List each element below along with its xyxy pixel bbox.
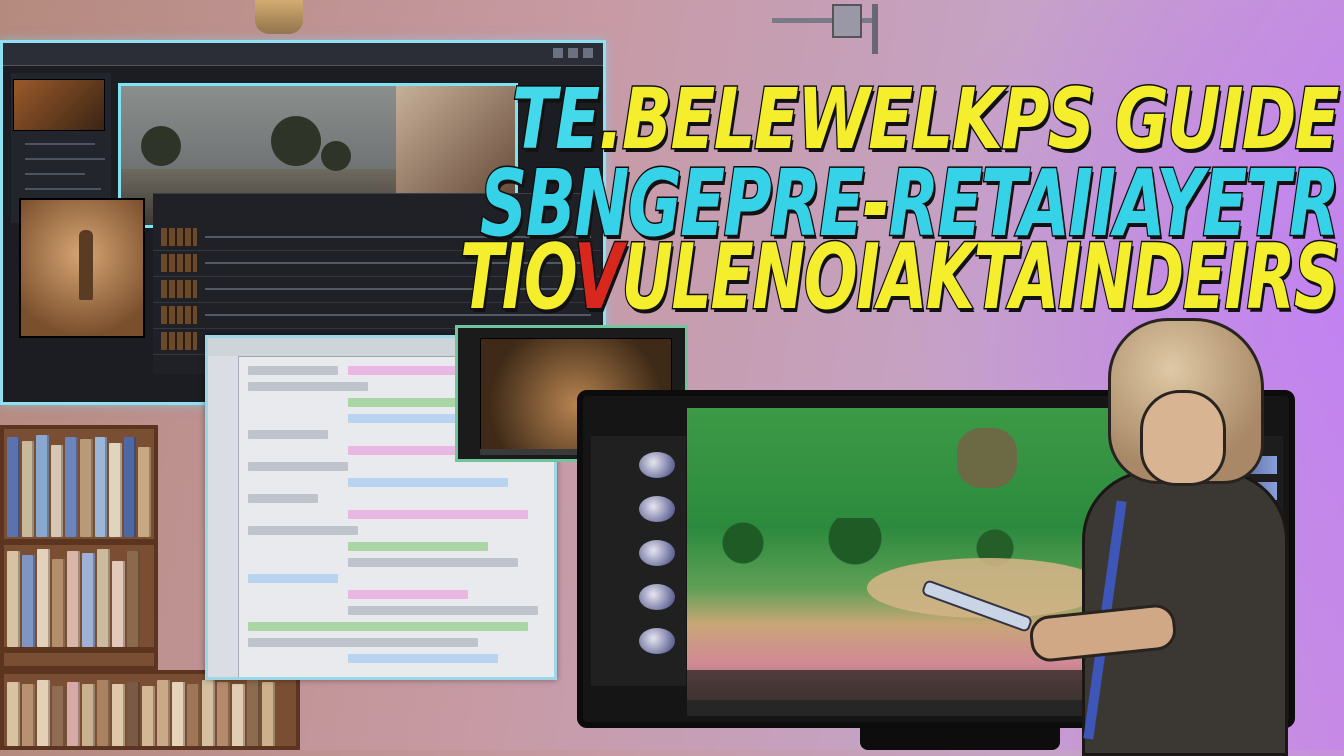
asset-list[interactable] — [591, 436, 686, 686]
bookshelf — [0, 425, 158, 670]
wall-fixture — [772, 4, 902, 54]
editor-sidebar[interactable] — [208, 356, 239, 677]
character-face — [1140, 390, 1226, 486]
source-monitor[interactable] — [19, 198, 145, 338]
close-icon[interactable] — [583, 48, 593, 58]
window-controls[interactable] — [553, 48, 593, 58]
title-line-3-red: V — [573, 224, 624, 332]
minimize-icon[interactable] — [553, 48, 563, 58]
ceiling-lamp — [255, 0, 303, 34]
monitor-stand — [860, 728, 1060, 750]
title-line-3-part-a: TIO — [459, 224, 577, 332]
editor-titlebar — [3, 43, 603, 66]
maximize-icon[interactable] — [568, 48, 578, 58]
title-line-3: TIOVULENOIAKTAINDEIRS — [459, 224, 1341, 332]
bookshelf-bottom — [0, 670, 300, 750]
media-thumbnail[interactable] — [13, 79, 105, 131]
title-line-3-part-b: ULENOIAKTAINDEIRS — [621, 224, 1341, 332]
